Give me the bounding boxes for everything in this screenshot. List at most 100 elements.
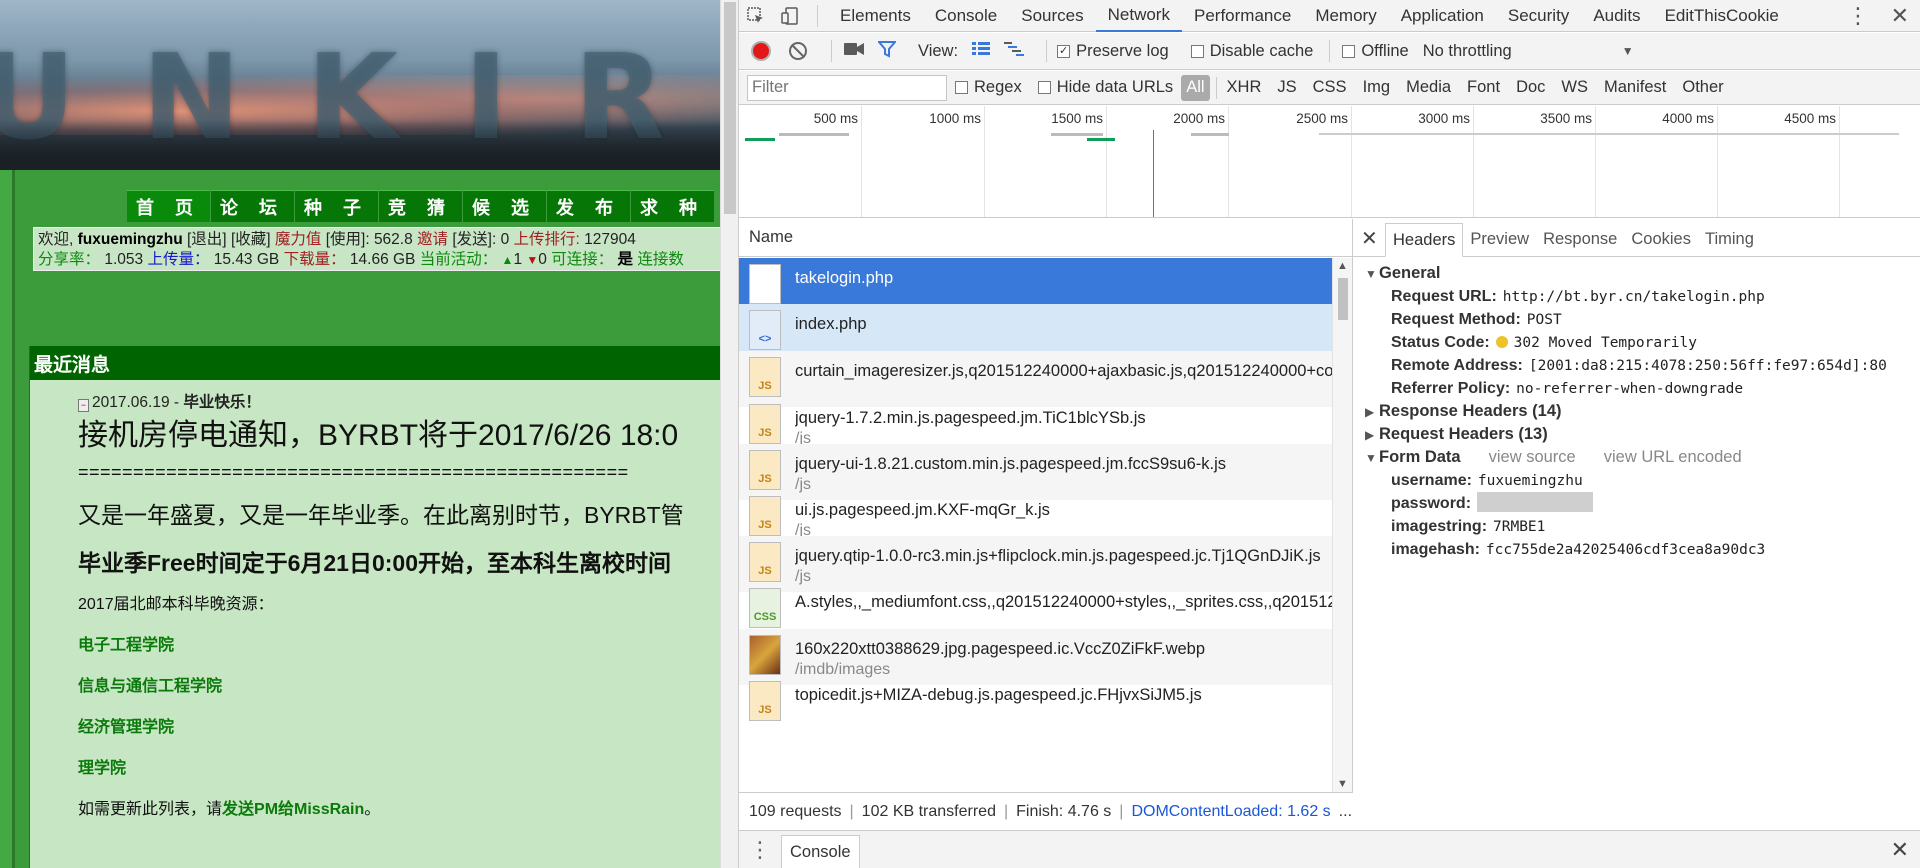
nav-home[interactable]: 首 页 (127, 190, 210, 222)
seeding-count: 1 (513, 251, 523, 268)
type-filter-doc[interactable]: Doc (1508, 75, 1553, 101)
tab-performance[interactable]: Performance (1182, 0, 1303, 32)
scroll-down-icon[interactable]: ▼ (1337, 778, 1348, 790)
device-toolbar-icon[interactable] (773, 0, 807, 32)
page-scrollbar-thumb[interactable] (724, 2, 736, 214)
scroll-up-icon[interactable]: ▲ (1337, 260, 1348, 272)
type-filter-manifest[interactable]: Manifest (1596, 75, 1674, 101)
favorites-link[interactable]: [收藏] (231, 231, 271, 248)
tab-elements[interactable]: Elements (828, 0, 923, 32)
filter-divider (1215, 76, 1217, 99)
tab-security[interactable]: Security (1496, 0, 1581, 32)
timeline-bar (745, 138, 775, 141)
nav-upload[interactable]: 发 布 (547, 190, 630, 222)
detail-tab-timing[interactable]: Timing (1698, 222, 1761, 256)
request-list-scrollbar[interactable]: ▲ ▼ (1332, 258, 1352, 792)
close-devtools-icon[interactable]: ✕ (1891, 0, 1909, 32)
tab-audits[interactable]: Audits (1581, 0, 1652, 32)
view-source-link[interactable]: view source (1489, 448, 1576, 466)
filter-funnel-icon[interactable] (876, 40, 898, 63)
uploaded-value: 15.43 GB (213, 251, 280, 268)
network-overview-timeline[interactable]: 500 ms 1000 ms 1500 ms 2000 ms 2500 ms 3… (739, 106, 1920, 218)
password-redaction (1477, 492, 1594, 512)
tab-application[interactable]: Application (1389, 0, 1496, 32)
view-url-encoded-link[interactable]: view URL encoded (1604, 448, 1742, 466)
throttling-select[interactable]: No throttling ▼ (1423, 42, 1634, 61)
news-item-header[interactable]: −2017.06.19 - 毕业快乐！ (78, 390, 261, 412)
close-detail-icon[interactable]: ✕ (1361, 220, 1385, 256)
waterfall-overview-icon[interactable] (1004, 41, 1025, 61)
preserve-log-checkbox[interactable]: ✓ (1057, 44, 1071, 58)
request-headers-toggle[interactable]: ▶ Request Headers (13) (1353, 423, 1920, 446)
referrer-policy-value: no-referrer-when-downgrade (1516, 381, 1744, 397)
news-link-sem[interactable]: 经济管理学院 (78, 713, 174, 737)
console-drawer: ⋮ Console ✕ (739, 830, 1920, 868)
invite-send-link[interactable]: [发送] (452, 231, 492, 248)
request-text: jquery-1.7.2.min.js.pagespeed.jm.TiC1blc… (795, 398, 1332, 450)
general-section-toggle[interactable]: ▼ General (1353, 262, 1920, 285)
request-url-value: http://bt.byr.cn/takelogin.php (1502, 289, 1765, 305)
type-filter-ws[interactable]: WS (1553, 75, 1596, 101)
detail-tab-response[interactable]: Response (1536, 222, 1624, 256)
news-free-notice: 毕业季Free时间定于6月21日0:00开始，至本科生离校时间 (78, 550, 671, 576)
type-filter-other[interactable]: Other (1674, 75, 1731, 101)
nav-requests[interactable]: 求 种 (631, 190, 714, 222)
summary-separator: | (849, 802, 854, 820)
record-button[interactable] (751, 41, 771, 61)
large-rows-icon[interactable] (972, 41, 991, 61)
hide-data-urls-label[interactable]: Hide data URLs (1057, 78, 1173, 97)
regex-checkbox[interactable] (955, 81, 968, 94)
disable-cache-label[interactable]: Disable cache (1210, 42, 1314, 61)
type-filter-css[interactable]: CSS (1305, 75, 1355, 101)
detail-tab-cookies[interactable]: Cookies (1624, 222, 1698, 256)
type-filter-js[interactable]: JS (1269, 75, 1304, 101)
type-filter-all[interactable]: All (1181, 74, 1210, 101)
tab-memory[interactable]: Memory (1303, 0, 1388, 32)
disable-cache-checkbox[interactable] (1190, 44, 1204, 58)
logout-link[interactable]: [退出] (187, 231, 227, 248)
type-filter-img[interactable]: Img (1355, 75, 1399, 101)
name-column-header[interactable]: Name (739, 219, 1352, 257)
username-link[interactable]: fuxuemingzhu (78, 231, 183, 248)
screenshot-camera-icon[interactable] (844, 42, 864, 61)
more-options-icon[interactable]: ⋮ (1847, 0, 1869, 32)
send-pm-link[interactable]: 发送PM给MissRain (222, 801, 364, 818)
nav-candidates[interactable]: 候 选 (463, 190, 546, 222)
nav-torrents[interactable]: 种 子 (295, 190, 378, 222)
document-file-icon (749, 264, 781, 304)
form-imagehash-label: imagehash: (1391, 541, 1480, 558)
nav-guess[interactable]: 竞 猜 (379, 190, 462, 222)
drawer-menu-icon[interactable]: ⋮ (739, 837, 781, 863)
request-row[interactable]: JS topicedit.js+MIZA-debug.js.pagespeed.j… (739, 675, 1332, 731)
inspect-element-icon[interactable] (739, 0, 773, 32)
detail-tab-preview[interactable]: Preview (1463, 222, 1536, 256)
news-link-science[interactable]: 理学院 (78, 754, 126, 778)
nav-forum[interactable]: 论 坛 (211, 190, 294, 222)
detail-tab-headers[interactable]: Headers (1385, 223, 1464, 257)
request-list-scrollbar-thumb[interactable] (1338, 278, 1348, 320)
tab-sources[interactable]: Sources (1009, 0, 1095, 32)
hide-data-urls-checkbox[interactable] (1037, 81, 1051, 94)
news-link-ee[interactable]: 电子工程学院 (78, 631, 174, 655)
filter-input[interactable] (747, 74, 947, 101)
timeline-tick-label: 2000 ms (1173, 111, 1225, 126)
regex-label[interactable]: Regex (974, 78, 1022, 97)
news-link-ice[interactable]: 信息与通信工程学院 (78, 672, 222, 696)
preserve-log-label[interactable]: Preserve log (1076, 42, 1169, 61)
clear-icon[interactable] (789, 42, 807, 60)
close-drawer-icon[interactable]: ✕ (1891, 837, 1909, 863)
timeline-tick-label: 500 ms (813, 111, 858, 126)
drawer-tab-console[interactable]: Console (781, 834, 860, 868)
offline-label[interactable]: Offline (1361, 42, 1408, 61)
offline-checkbox[interactable] (1342, 44, 1356, 58)
page-scrollbar[interactable] (720, 0, 738, 868)
tab-console[interactable]: Console (923, 0, 1009, 32)
type-filter-xhr[interactable]: XHR (1219, 75, 1270, 101)
tab-network[interactable]: Network (1095, 0, 1182, 32)
type-filter-font[interactable]: Font (1459, 75, 1508, 101)
type-filter-media[interactable]: Media (1398, 75, 1459, 101)
response-headers-toggle[interactable]: ▶ Response Headers (14) (1353, 400, 1920, 423)
magic-use-link[interactable]: [使用] (326, 231, 366, 248)
form-data-toggle[interactable]: ▼ Form Data view source view URL encoded (1353, 446, 1920, 469)
tab-editthiscookie[interactable]: EditThisCookie (1653, 0, 1791, 32)
